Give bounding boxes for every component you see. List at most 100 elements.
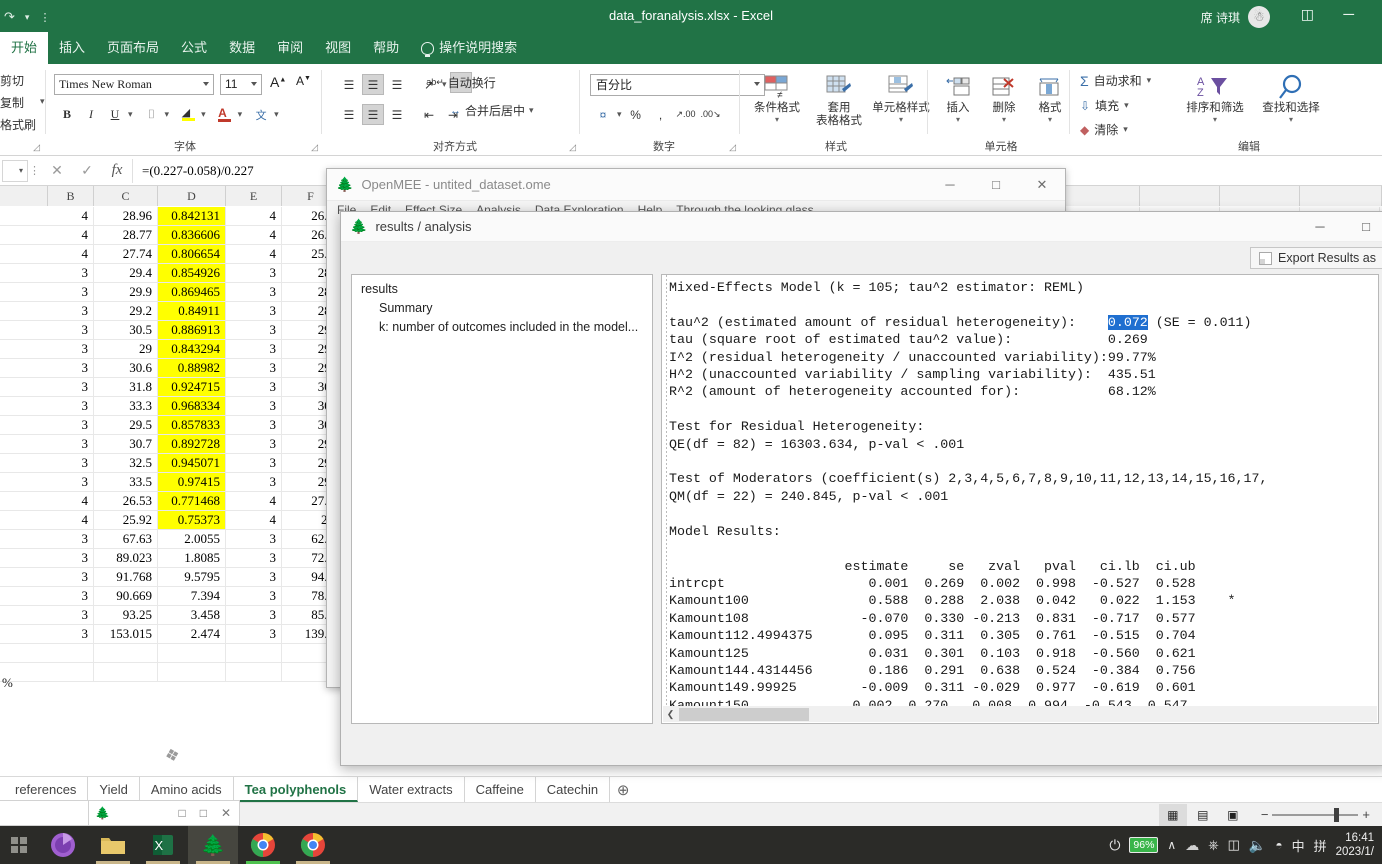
grid-cell-C[interactable]: 29.9 — [94, 283, 158, 301]
view-page-layout-button[interactable]: ▤ — [1189, 804, 1217, 826]
phonetic-chevron-icon[interactable]: ▾ — [274, 109, 279, 120]
grid-cell-B[interactable]: 3 — [48, 416, 94, 434]
results-maximize-button[interactable]: □ — [1343, 212, 1382, 241]
wrap-text-button[interactable]: ab↵ 自动换行 — [426, 72, 496, 93]
grid-cell-D[interactable]: 0.843294 — [158, 340, 226, 358]
taskbar-chrome-icon-2[interactable] — [288, 826, 338, 864]
grid-cell-D[interactable]: 0.771468 — [158, 492, 226, 510]
clear-label[interactable]: 清除 — [1094, 121, 1118, 138]
zoom-track[interactable] — [1272, 807, 1359, 822]
sheet-tab-amino-acids[interactable]: Amino acids — [140, 777, 234, 802]
grid-cell-B[interactable]: 3 — [48, 549, 94, 567]
conditional-format-button[interactable]: ≠ 条件格式 ▾ — [748, 72, 806, 128]
grid-cell-C[interactable]: 91.768 — [94, 568, 158, 586]
sheet-tab-yield[interactable]: Yield — [88, 777, 140, 802]
ime-chinese-icon[interactable]: 中 — [1292, 836, 1305, 855]
column-header-Q[interactable] — [1140, 186, 1220, 206]
sort-filter-button[interactable]: AZ 排序和筛选 ▾ — [1178, 72, 1252, 124]
insert-cells-button[interactable]: 插入 ▾ — [938, 72, 978, 124]
grid-cell-B[interactable]: 3 — [48, 473, 94, 491]
ribbon-tab-pagelayout[interactable]: 页面布局 — [96, 32, 170, 64]
grid-cell-E[interactable]: 4 — [226, 207, 282, 225]
font-name-chevron-icon[interactable] — [203, 82, 209, 86]
wifi-icon[interactable]: ◓ — [1275, 838, 1282, 852]
taskbar-excel-icon[interactable]: X — [138, 826, 188, 864]
results-analysis-dialog[interactable]: 🌲 results / analysis ─ □ Export Results … — [340, 211, 1382, 766]
grid-cell-C[interactable]: 90.669 — [94, 587, 158, 605]
borders-chevron-icon[interactable]: ▾ — [165, 109, 170, 120]
align-middle-icon[interactable]: ☰ — [362, 74, 384, 95]
grid-cell-E[interactable] — [226, 644, 282, 662]
ribbon-tab-insert[interactable]: 插入 — [48, 32, 96, 64]
tell-me-search[interactable]: 操作说明搜索 — [410, 32, 528, 64]
sort-filter-chevron-icon[interactable]: ▾ — [1178, 115, 1252, 124]
grid-cell-D[interactable]: 0.97415 — [158, 473, 226, 491]
grid-cell-C[interactable]: 29.2 — [94, 302, 158, 320]
grid-cell-D[interactable]: 0.806654 — [158, 245, 226, 263]
grid-cell-E[interactable]: 3 — [226, 321, 282, 339]
grid-cell-D[interactable]: 0.842131 — [158, 207, 226, 225]
merge-chevron-icon[interactable]: ▾ — [529, 105, 534, 116]
export-results-button[interactable]: Export Results as — [1250, 247, 1382, 269]
insert-function-button[interactable]: fx — [102, 159, 132, 183]
number-dialog-launcher[interactable]: ◿ — [729, 142, 736, 153]
grid-cell-C[interactable]: 29.4 — [94, 264, 158, 282]
autosum-chevron-icon[interactable]: ▾ — [1147, 75, 1152, 86]
grid-cell-E[interactable]: 3 — [226, 568, 282, 586]
grid-cell-C[interactable]: 27.74 — [94, 245, 158, 263]
grid-cell-E[interactable]: 3 — [226, 397, 282, 415]
font-dialog-launcher[interactable]: ◿ — [311, 142, 318, 153]
grid-cell-D[interactable]: 0.945071 — [158, 454, 226, 472]
comma-style-button[interactable]: , — [650, 104, 672, 125]
insert-chevron-icon[interactable]: ▾ — [938, 115, 978, 124]
format-cells-button[interactable]: 格式 ▾ — [1030, 72, 1070, 124]
tree-node-k[interactable]: k: number of outcomes included in the mo… — [361, 318, 643, 337]
grid-cell-C[interactable]: 33.3 — [94, 397, 158, 415]
decrease-decimal-icon[interactable]: .00↘ — [700, 104, 722, 125]
grid-cell-E[interactable] — [226, 663, 282, 681]
format-painter-button[interactable]: 格式刷 — [0, 116, 36, 133]
add-sheet-button[interactable]: ⊕ — [610, 777, 636, 802]
currency-icon[interactable]: ¤ — [592, 104, 614, 125]
clear-chevron-icon[interactable]: ▾ — [1123, 124, 1128, 135]
grid-cell-B[interactable]: 3 — [48, 359, 94, 377]
ribbon-display-options-icon[interactable]: ◫ — [1301, 6, 1314, 23]
underline-chevron-icon[interactable]: ▾ — [128, 109, 133, 120]
align-top-icon[interactable]: ☰ — [338, 74, 360, 95]
align-bottom-icon[interactable]: ☰ — [386, 74, 408, 95]
decrease-font-size-button[interactable]: A▼ — [296, 74, 311, 88]
grid-cell-D[interactable]: 9.5795 — [158, 568, 226, 586]
grid-cell-E[interactable]: 3 — [226, 340, 282, 358]
grid-cell-B[interactable]: 3 — [48, 302, 94, 320]
grid-cell-C[interactable]: 30.7 — [94, 435, 158, 453]
volume-icon[interactable]: 🔈 — [1249, 837, 1266, 854]
ribbon-tab-review[interactable]: 审阅 — [266, 32, 314, 64]
grid-cell-B[interactable]: 3 — [48, 625, 94, 643]
zoom-slider[interactable]: − + — [1261, 807, 1370, 822]
grid-cell-B[interactable]: 3 — [48, 283, 94, 301]
grid-cell-C[interactable]: 25.92 — [94, 511, 158, 529]
align-center-icon[interactable]: ☰ — [362, 104, 384, 125]
sheet-tab-tea-polyphenols[interactable]: Tea polyphenols — [233, 777, 359, 802]
grid-cell-B[interactable]: 3 — [48, 568, 94, 586]
grid-cell-E[interactable]: 3 — [226, 549, 282, 567]
grid-cell-C[interactable] — [94, 663, 158, 681]
delete-chevron-icon[interactable]: ▾ — [984, 115, 1024, 124]
grid-cell-C[interactable]: 30.5 — [94, 321, 158, 339]
account-area[interactable]: 席 诗琪 ☃ — [1201, 4, 1270, 30]
sheet-tab-catechin[interactable]: Catechin — [536, 777, 611, 802]
openmee-maximize-button[interactable]: □ — [973, 169, 1019, 200]
grid-cell-C[interactable]: 89.023 — [94, 549, 158, 567]
system-tray[interactable]: ⏻ 96% ∧ ☁ ⎈ ◫ 🔈 ◓ 中 拼 16:41 2023/1/ — [1109, 831, 1382, 860]
grid-cell-C[interactable]: 33.5 — [94, 473, 158, 491]
taskbar-file-explorer-icon[interactable] — [88, 826, 138, 864]
conditional-format-chevron-icon[interactable]: ▾ — [748, 115, 806, 124]
ribbon-tab-data[interactable]: 数据 — [218, 32, 266, 64]
fill-color-icon[interactable]: ◢ — [177, 104, 199, 125]
fill-chevron-icon[interactable]: ▾ — [1124, 100, 1129, 111]
find-select-button[interactable]: 查找和选择 ▾ — [1256, 72, 1326, 124]
grid-cell-B[interactable]: 3 — [48, 435, 94, 453]
view-normal-button[interactable]: ▦ — [1158, 803, 1187, 826]
output-scroll-left-icon[interactable]: ❮ — [663, 709, 678, 720]
grid-cell-D[interactable] — [158, 644, 226, 662]
